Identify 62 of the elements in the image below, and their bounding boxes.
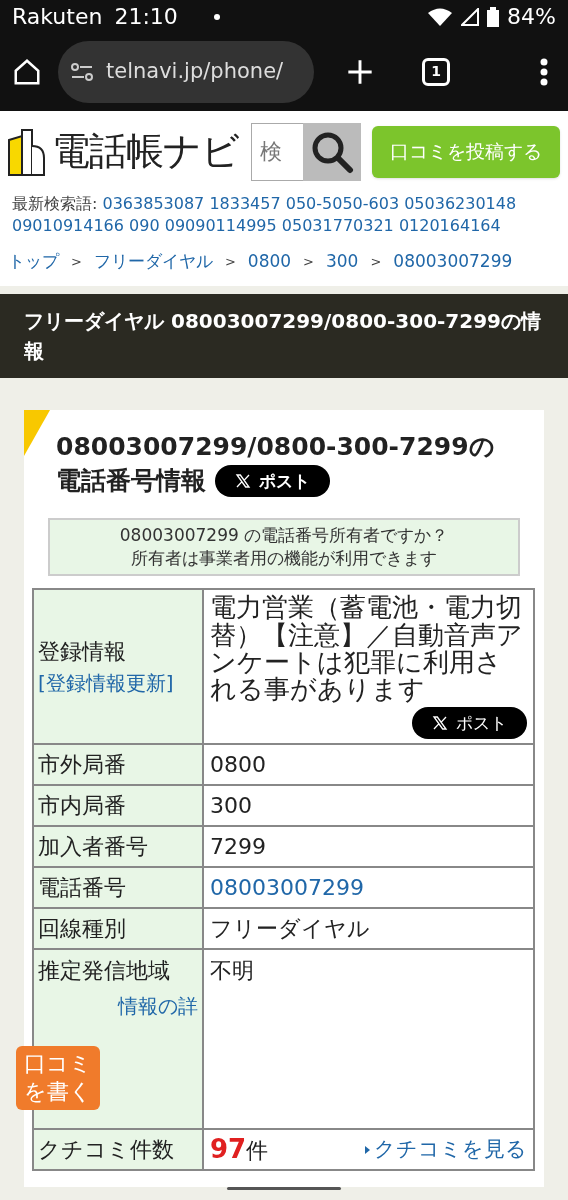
tab-count[interactable]: 1 — [422, 57, 450, 86]
table-cell: 300 — [203, 785, 534, 827]
table-cell: クチコミ件数 — [33, 1129, 203, 1171]
breadcrumb-link[interactable]: 0800 — [247, 248, 292, 275]
search-field[interactable]: 検 — [251, 122, 304, 181]
breadcrumb-link[interactable]: トップ — [8, 248, 59, 275]
table-cell: 0800 — [203, 744, 534, 786]
corner-ribbon-icon — [24, 410, 50, 457]
triangle-icon — [365, 1145, 370, 1154]
url-text: telnavi.jp/phone/ — [106, 58, 284, 86]
breadcrumb-separator: > — [224, 252, 236, 271]
new-tab-icon[interactable] — [346, 57, 374, 86]
search-term-link[interactable]: 050-5050-603 — [285, 193, 400, 213]
registration-text: 電力営業（蓄電池・電力切替）【注意】／自動音声アンケートは犯罪に利用される事があります — [210, 594, 524, 704]
menu-icon[interactable] — [540, 57, 548, 86]
clock-text: 21:10 — [114, 3, 178, 31]
share-post-button[interactable]: ポスト — [214, 465, 330, 498]
search-term-link[interactable]: 09010914166 — [12, 215, 124, 235]
label-text: 登録情報 — [38, 638, 127, 667]
label-text: 推定発信地域 — [38, 957, 171, 986]
detail-link[interactable]: 情報の詳 — [118, 991, 198, 1022]
search-term-link[interactable]: 09090114995 — [164, 215, 277, 235]
page-title: フリーダイヤル 08003007299/0800-300-7299の情報 — [24, 308, 543, 366]
breadcrumb-link[interactable]: フリーダイヤル — [93, 248, 213, 275]
search-term-link[interactable]: 1833457 — [209, 193, 281, 213]
x-logo-icon — [432, 715, 448, 732]
table-cell: 加入者番号 — [33, 826, 203, 868]
search-term-link[interactable]: 090 — [129, 215, 160, 235]
signal-icon — [461, 7, 480, 26]
wifi-icon — [427, 6, 454, 27]
battery-icon — [487, 6, 500, 27]
table-cell: 不明 — [203, 949, 534, 1130]
search-term-link[interactable]: 05031770321 — [281, 215, 394, 235]
table-cell: 市外局番 — [33, 744, 203, 786]
address-bar[interactable]: telnavi.jp/phone/ — [58, 40, 314, 103]
recent-searches: 最新検索語: 0363853087 1833457 050-5050-603 05036230148 09010914166 090 09090114995 05031770321 0120164164 — [11, 192, 518, 237]
site-logo[interactable]: 電話帳ナビ — [52, 123, 240, 181]
breadcrumb-link[interactable]: 300 — [326, 248, 359, 275]
search-term-link[interactable]: 0120164164 — [398, 215, 501, 235]
carrier-text: Rakuten — [12, 3, 103, 31]
table-cell: 市内局番 — [33, 785, 203, 827]
reviews-link[interactable]: クチコミを見る — [365, 1134, 527, 1166]
table-cell: 7299 — [203, 826, 534, 868]
update-link[interactable]: [登録情報更新] — [38, 671, 174, 696]
search-term-link[interactable]: 0363853087 — [102, 193, 205, 213]
card-title: 08003007299/0800-300-7299の電話番号情報 ポスト — [56, 431, 496, 499]
search-term-link[interactable]: 05036230148 — [404, 193, 517, 213]
table-cell: 回線種別 — [33, 908, 203, 950]
building-logo-icon — [8, 127, 48, 176]
breadcrumb-separator: > — [370, 252, 382, 271]
review-count: 97件 — [210, 1133, 269, 1167]
breadcrumb-separator: > — [71, 252, 82, 271]
owner-notice: 08003007299 の電話番号所有者ですか？ 所有者は事業者用の機能が利用できます — [48, 518, 520, 577]
site-settings-icon[interactable] — [70, 61, 94, 82]
x-logo-icon — [234, 473, 251, 490]
share-post-button[interactable]: ポスト — [412, 707, 527, 740]
battery-text: 84% — [507, 3, 556, 31]
breadcrumb-link[interactable]: 08003007299 — [393, 248, 513, 275]
table-cell: 電話番号 — [33, 867, 203, 909]
breadcrumb-separator: > — [303, 252, 314, 271]
table-cell: フリーダイヤル — [203, 908, 534, 950]
search-button[interactable] — [303, 122, 362, 181]
